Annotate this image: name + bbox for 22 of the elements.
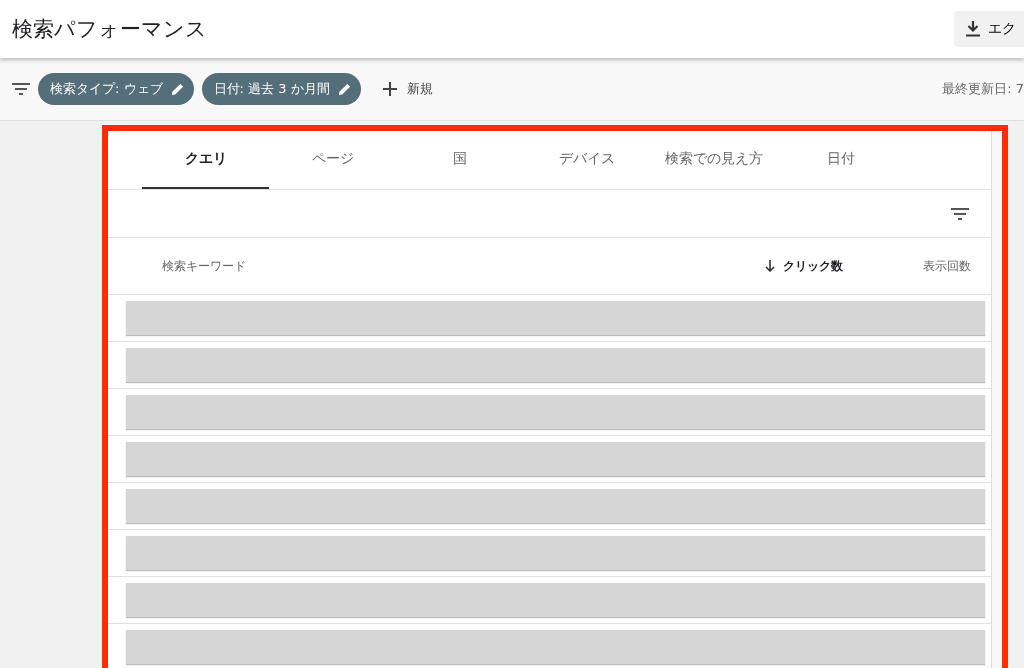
edit-icon	[170, 82, 184, 96]
page-title: 検索パフォーマンス	[12, 16, 207, 43]
new-filter-button[interactable]: 新規	[376, 79, 439, 99]
plus-icon	[382, 82, 397, 96]
tab[interactable]: ページ	[269, 131, 396, 189]
tab[interactable]: クエリ	[142, 131, 269, 189]
table-filter-icon[interactable]	[951, 207, 969, 220]
edit-icon	[337, 82, 351, 96]
last-updated-text: 最終更新日: 7	[942, 80, 1024, 98]
tab[interactable]: 国	[396, 131, 523, 189]
filter-chip[interactable]: 検索タイプ: ウェブ	[38, 73, 194, 105]
sort-arrow-icon	[765, 260, 775, 272]
column-header[interactable]: 表示回数	[923, 257, 971, 275]
filter-chip[interactable]: 日付: 過去 3 か月間	[201, 73, 361, 105]
column-header[interactable]: クリック数	[765, 257, 843, 275]
export-button[interactable]: エク	[954, 11, 1024, 47]
column-header[interactable]: 検索キーワード	[162, 257, 725, 275]
filter-icon[interactable]	[12, 83, 30, 95]
tab[interactable]: 日付	[777, 131, 904, 189]
tab[interactable]: 検索での見え方	[650, 131, 777, 189]
download-icon	[966, 21, 980, 37]
tab[interactable]: デバイス	[523, 131, 650, 189]
